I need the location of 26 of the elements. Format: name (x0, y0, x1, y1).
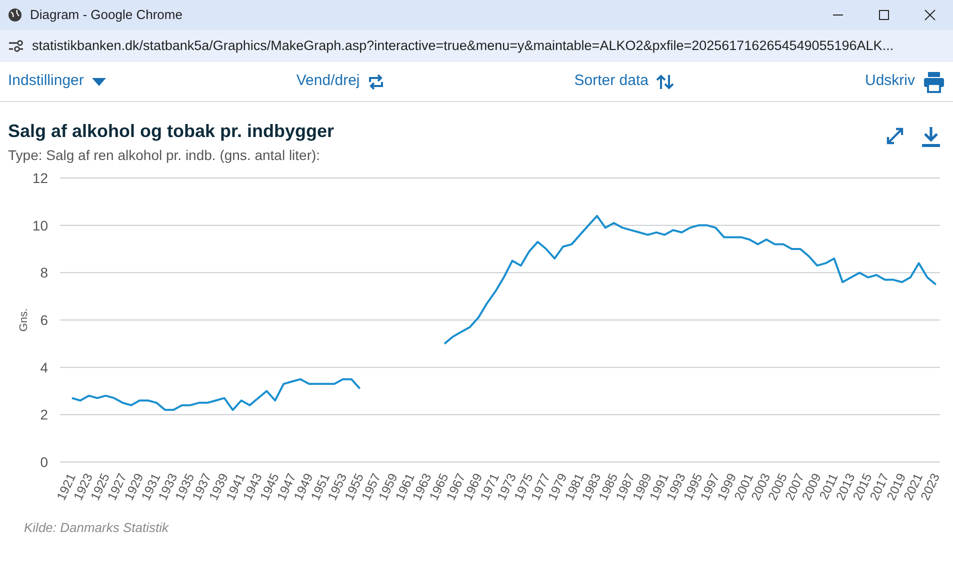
y-tick-label: 0 (40, 454, 48, 470)
maximize-icon[interactable] (878, 9, 890, 21)
y-tick-label: 8 (40, 264, 48, 281)
y-tick-label: 12 (32, 170, 48, 186)
printer-icon (923, 70, 945, 92)
caret-icon (92, 78, 106, 86)
toolbar-button[interactable]: Sorter data (574, 68, 674, 95)
toolbar-button[interactable]: Indstillinger (8, 68, 106, 95)
chart-subtitle: Type: Salg af ren alkohol pr. indb. (gns. antal liter): (8, 146, 322, 165)
expand-icon[interactable] (885, 126, 905, 146)
y-tick-label: 4 (40, 359, 48, 376)
y-tick-label: 6 (40, 312, 48, 328)
globe-icon (8, 8, 22, 22)
y-tick-label: 2 (40, 406, 48, 423)
toolbar-button[interactable]: Vend/drej (296, 68, 384, 95)
sort-icon (656, 74, 674, 90)
download-icon[interactable] (921, 126, 941, 148)
window-title: Diagram - Google Chrome (30, 6, 182, 24)
source-note: Kilde: Danmarks Statistik (24, 520, 168, 535)
swap-icon (368, 72, 384, 90)
toolbar-button[interactable]: Udskriv (864, 68, 945, 95)
y-axis-label: Gns. (18, 308, 30, 332)
site-settings-icon[interactable] (8, 39, 24, 53)
y-tick-label: 10 (32, 217, 48, 234)
close-icon[interactable] (924, 9, 936, 21)
chart-title: Salg af alkohol og tobak pr. indbygger (8, 120, 336, 143)
